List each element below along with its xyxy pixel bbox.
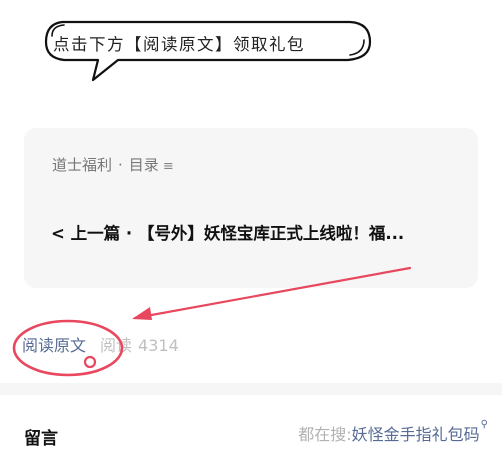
- callout-text: 点击下方【阅读原文】领取礼包: [53, 35, 305, 54]
- article-footer: 阅读原文 阅读 4314: [22, 333, 179, 355]
- list-icon: ≡: [162, 159, 174, 174]
- read-count: 阅读 4314: [100, 332, 179, 356]
- section-divider: [0, 383, 502, 395]
- read-original-link[interactable]: 阅读原文: [22, 332, 86, 356]
- album-menu-label[interactable]: 目录: [129, 156, 159, 174]
- search-term-link[interactable]: 妖怪金手指礼包码: [352, 421, 480, 445]
- read-count-number: 4314: [138, 336, 179, 355]
- album-header[interactable]: 道士福利 · 目录 ≡: [52, 154, 174, 175]
- album-card[interactable]: 道士福利 · 目录 ≡ < 上一篇 · 【号外】妖怪宝库正式上线啦！福...: [24, 128, 478, 288]
- search-icon[interactable]: ⚲: [481, 419, 488, 430]
- album-name[interactable]: 道士福利: [52, 156, 112, 174]
- comments-title: 留言: [24, 429, 58, 449]
- search-suggestion[interactable]: 都在搜: 妖怪金手指礼包码 ⚲: [298, 419, 488, 445]
- prev-article-link[interactable]: < 上一篇 · 【号外】妖怪宝库正式上线啦！福...: [51, 220, 404, 244]
- read-count-label: 阅读: [100, 336, 133, 355]
- search-prefix: 都在搜:: [298, 425, 352, 444]
- album-separator: ·: [118, 156, 123, 174]
